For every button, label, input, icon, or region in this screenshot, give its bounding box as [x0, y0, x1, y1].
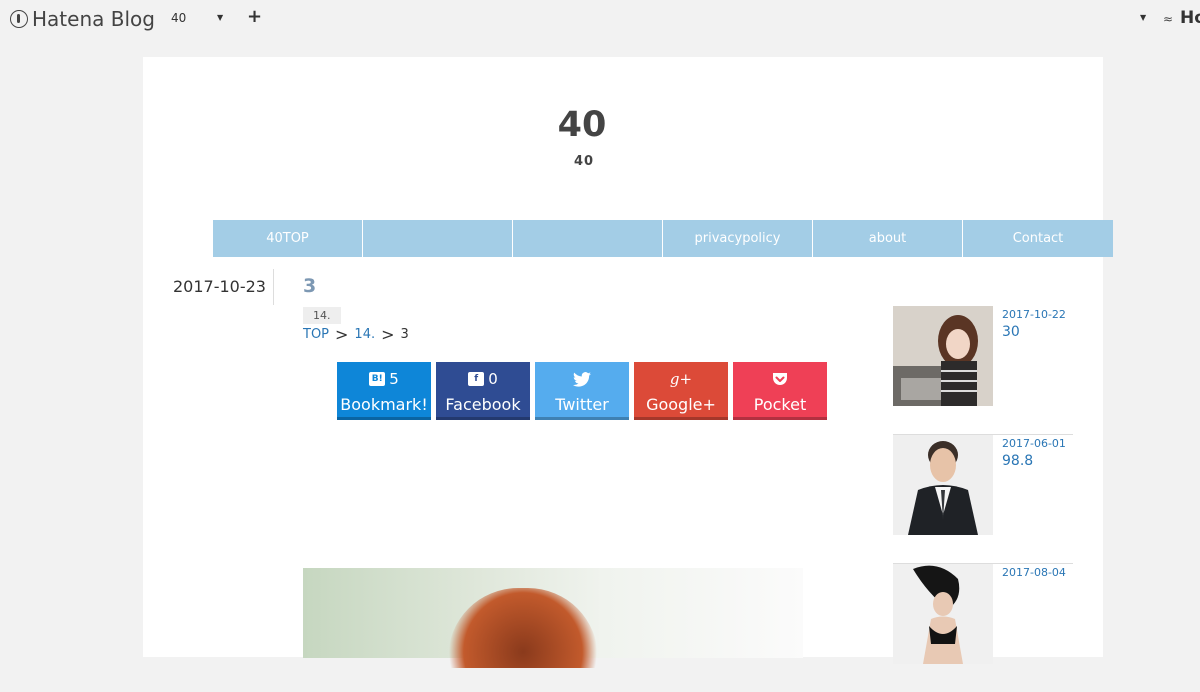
nav-item-privacypolicy[interactable]: privacypolicy	[663, 220, 813, 257]
facebook-share-button[interactable]: f 0 Facebook	[436, 362, 530, 420]
user-menu-label[interactable]: Ho	[1180, 8, 1200, 28]
breadcrumb-category-link[interactable]: 14.	[354, 327, 375, 342]
hatena-bookmark-button[interactable]: B! 5 Bookmark!	[337, 362, 431, 420]
sidebar-entry-title[interactable]: 30	[1002, 324, 1020, 340]
breadcrumb-separator: >	[381, 325, 395, 344]
breadcrumb-current: 3	[400, 327, 409, 342]
google-plus-icon: g+	[669, 370, 693, 388]
sidebar-entry-date[interactable]: 2017-06-01	[1002, 437, 1066, 450]
hero-photo-subject	[448, 588, 598, 668]
blog-page: 40 40 40TOP privacypolicy about Contact …	[143, 57, 1113, 668]
twitter-label: Twitter	[555, 395, 609, 414]
google-plus-label: Google+	[646, 395, 716, 414]
entry-title[interactable]: 3	[303, 275, 316, 297]
pocket-label: Pocket	[753, 395, 807, 414]
nav-item-top[interactable]: 40TOP	[213, 220, 363, 257]
nav-item-2[interactable]	[363, 220, 513, 257]
sidebar-entry[interactable]: 2017-10-22 30	[893, 306, 1073, 435]
hatena-logo-icon	[10, 10, 28, 28]
entry-thumbnail[interactable]	[893, 435, 993, 535]
google-plus-share-button[interactable]: g+ Google+	[634, 362, 728, 420]
hatena-topbar: Hatena Blog 40 ▼ + ▼ ≈ Ho	[0, 0, 1200, 40]
twitter-share-button[interactable]: Twitter	[535, 362, 629, 420]
facebook-label: Facebook	[445, 395, 521, 414]
category-tag[interactable]: 14.	[303, 307, 341, 324]
breadcrumb-top-link[interactable]: TOP	[303, 327, 329, 342]
nav-item-3[interactable]	[513, 220, 663, 257]
sidebar-entry-date[interactable]: 2017-10-22	[1002, 308, 1066, 321]
global-nav: 40TOP privacypolicy about Contact	[213, 220, 1113, 257]
breadcrumb: TOP > 14. > 3	[303, 325, 409, 344]
site-title[interactable]: 40	[143, 105, 1021, 145]
breadcrumb-separator: >	[335, 325, 349, 344]
facebook-count: 0	[488, 370, 498, 388]
hatena-blog-logo[interactable]: Hatena Blog	[10, 7, 155, 31]
entry-hero-image	[303, 568, 803, 668]
bookmark-label: Bookmark!	[340, 395, 428, 414]
sidebar-entry-title[interactable]: 98.8	[1002, 453, 1033, 469]
chevron-down-icon[interactable]: ▼	[1140, 13, 1146, 22]
hatena-bookmark-icon: B!	[369, 372, 386, 386]
sidebar-entry[interactable]: 2017-08-04	[893, 564, 1073, 692]
entry-date[interactable]: 2017-10-23	[173, 277, 266, 296]
share-buttons: B! 5 Bookmark! f 0 Facebook Twitter g+ G…	[337, 362, 827, 420]
pocket-icon	[773, 372, 787, 385]
logo-text: Hatena Blog	[32, 7, 155, 31]
new-post-button[interactable]: +	[247, 6, 262, 27]
date-divider	[273, 269, 274, 305]
nav-item-contact[interactable]: Contact	[963, 220, 1113, 257]
twitter-bird-icon	[573, 371, 591, 387]
entry-thumbnail[interactable]	[893, 564, 993, 664]
entry-thumbnail[interactable]	[893, 306, 993, 406]
pocket-save-button[interactable]: Pocket	[733, 362, 827, 420]
nav-item-about[interactable]: about	[813, 220, 963, 257]
facebook-icon: f	[468, 372, 485, 386]
blog-selector[interactable]: 40	[171, 11, 186, 25]
site-subtitle: 40	[573, 154, 595, 169]
wifi-icon: ≈	[1163, 12, 1174, 26]
sidebar-recent-entries: 2017-10-22 30 2017-06-01 98.8 2017-08-04	[893, 306, 1073, 692]
bookmark-count: 5	[389, 370, 399, 388]
sidebar-entry[interactable]: 2017-06-01 98.8	[893, 435, 1073, 564]
sidebar-entry-date[interactable]: 2017-08-04	[1002, 566, 1066, 579]
chevron-down-icon[interactable]: ▼	[217, 13, 223, 22]
